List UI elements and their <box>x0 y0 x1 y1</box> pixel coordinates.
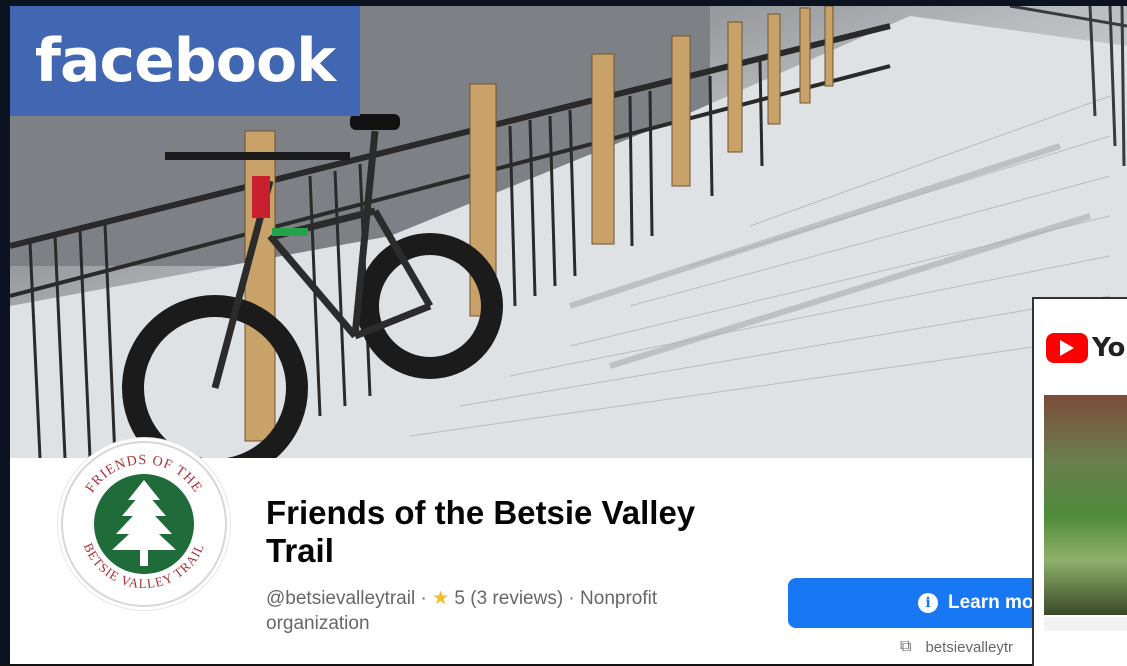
external-link-icon: ⧉ <box>900 638 912 655</box>
facebook-logo: facebook <box>10 6 360 116</box>
page-handle: @betsievalleytrail <box>266 588 416 609</box>
youtube-overlay[interactable]: Yo <box>1032 297 1127 666</box>
cover-photo[interactable]: facebook <box>10 6 1127 458</box>
learn-more-button[interactable]: i Learn mo <box>788 578 1068 628</box>
youtube-logo: Yo <box>1046 333 1125 363</box>
page-title: Friends of the Betsie Valley Trail <box>266 494 696 569</box>
learn-more-label: Learn mo <box>948 592 1034 613</box>
page-avatar[interactable]: FRIENDS OF THE BETSIE VALLEY TRAIL <box>58 438 230 610</box>
meta-separator: · <box>563 588 581 609</box>
website-text: betsievalleytr <box>925 638 1013 656</box>
facebook-page-panel: facebook FRIENDS OF THE BETSIE VALLEY TR… <box>10 6 1127 664</box>
youtube-video-thumbnail[interactable] <box>1044 395 1127 615</box>
youtube-thumbnail-footer <box>1044 617 1127 631</box>
meta-separator: · <box>415 588 433 609</box>
page-rating[interactable]: 5 (3 reviews) <box>454 588 563 609</box>
page-meta: @betsievalleytrail · ★ 5 (3 reviews) · N… <box>266 586 736 636</box>
info-icon: i <box>918 593 938 613</box>
youtube-play-icon <box>1046 333 1088 363</box>
youtube-wordmark: Yo <box>1092 333 1125 363</box>
friends-of-betsie-valley-trail-logo: FRIENDS OF THE BETSIE VALLEY TRAIL <box>61 441 227 607</box>
website-link[interactable]: ⧉ betsievalleytr <box>900 638 1013 656</box>
star-icon: ★ <box>432 588 450 609</box>
screenshot-frame: facebook FRIENDS OF THE BETSIE VALLEY TR… <box>0 0 1127 666</box>
